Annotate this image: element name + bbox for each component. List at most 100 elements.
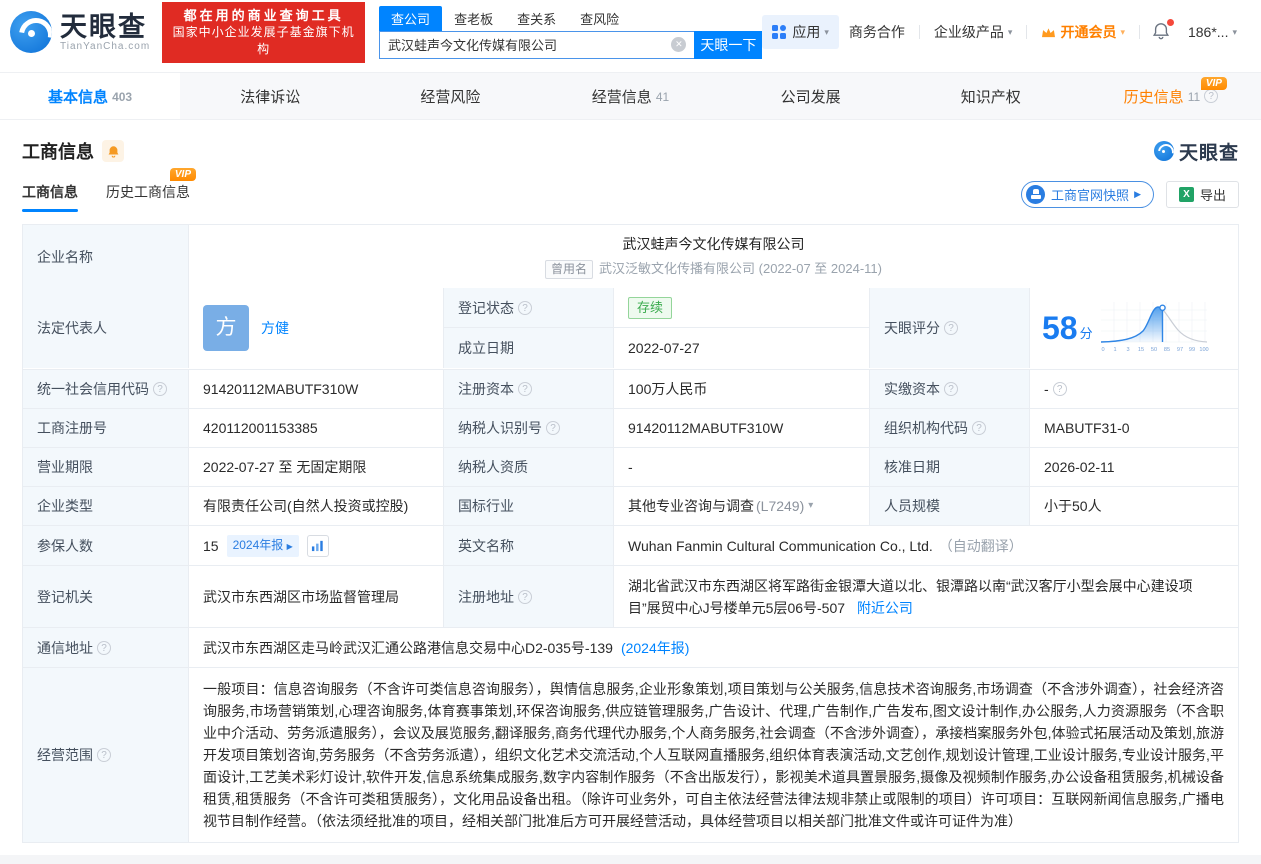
field-label: 参保人数 xyxy=(23,526,188,565)
staff-size: 小于50人 xyxy=(1029,487,1238,525)
field-label: 注册地址 ? xyxy=(443,566,613,627)
business-term: 2022-07-27 至 无固定期限 xyxy=(188,448,443,486)
tianyancha-watermark: 天眼查 xyxy=(1154,138,1239,165)
svg-text:100: 100 xyxy=(1199,347,1208,353)
business-scope: 一般项目：信息咨询服务（不含许可类信息咨询服务），舆情信息服务,企业形象策划,项… xyxy=(188,668,1238,842)
legal-rep-avatar[interactable]: 方 xyxy=(203,305,249,351)
account-menu[interactable]: 186*... ▾ xyxy=(1178,24,1247,40)
score-distribution-chart: 0 1 3 15 50 85 97 99 100 xyxy=(1099,298,1211,358)
tab-label: 基本信息 xyxy=(48,86,108,107)
annual-report-link[interactable]: (2024年报) xyxy=(621,637,689,659)
watermark-text: 天眼查 xyxy=(1179,138,1239,165)
help-icon[interactable]: ? xyxy=(97,641,111,655)
field-label: 注册资本 ? xyxy=(443,370,613,408)
tab-label: 经营风险 xyxy=(420,86,480,107)
svg-text:3: 3 xyxy=(1126,347,1129,353)
nav-business-cooperation[interactable]: 商务合作 xyxy=(839,22,915,42)
field-label: 核准日期 xyxy=(869,448,1029,486)
brand-domain: TianYanCha.com xyxy=(60,41,150,52)
tianyancha-logo[interactable]: 天眼查 TianYanCha.com xyxy=(10,11,150,53)
export-button[interactable]: X 导出 xyxy=(1166,181,1239,208)
label-text: 组织机构代码 xyxy=(884,417,968,439)
help-icon[interactable]: ? xyxy=(97,748,111,762)
field-label: 法定代表人 xyxy=(23,288,188,368)
table-row: 统一社会信用代码 ? 91420112MABUTF310W 注册资本 ? 100… xyxy=(23,369,1238,408)
annual-report-badge[interactable]: 2024年报 ▶ xyxy=(227,535,299,557)
field-label: 纳税人识别号 ? xyxy=(443,409,613,447)
communication-address: 武汉市东西湖区走马岭武汉汇通公路港信息交易中心D2-035号-139 xyxy=(203,637,613,659)
search-tab-risk[interactable]: 查风险 xyxy=(568,6,631,31)
subtab-label: 工商信息 xyxy=(22,184,78,200)
communication-address-cell: 武汉市东西湖区走马岭武汉汇通公路港信息交易中心D2-035号-139 (2024… xyxy=(188,628,1238,667)
approval-date: 2026-02-11 xyxy=(1029,448,1238,486)
excel-icon: X xyxy=(1179,187,1194,202)
search-input[interactable] xyxy=(388,37,671,52)
former-name: 武汉泛敏文化传播有限公司 (2022-07 至 2024-11) xyxy=(599,258,882,280)
field-label: 组织机构代码 ? xyxy=(869,409,1029,447)
nearby-companies-link[interactable]: 附近公司 xyxy=(857,600,913,616)
nav-enterprise-products[interactable]: 企业级产品 ▾ xyxy=(924,22,1023,42)
official-snapshot-button[interactable]: 工商官网快照 ▶ xyxy=(1021,181,1154,208)
table-row: 企业类型 有限责任公司(自然人投资或控股) 国标行业 其他专业咨询与调查 (L7… xyxy=(23,486,1238,525)
tab-operating-risk[interactable]: 经营风险 xyxy=(360,73,540,119)
help-icon[interactable]: ? xyxy=(546,421,560,435)
clear-icon[interactable]: ✕ xyxy=(671,37,686,52)
slogan-line1: 都在用的商业查询工具 xyxy=(170,7,357,24)
auto-translate-note: （自动翻译） xyxy=(939,535,1023,557)
table-row: 工商注册号 420112001153385 纳税人识别号 ? 91420112M… xyxy=(23,408,1238,447)
chevron-down-icon: ▾ xyxy=(1008,27,1013,38)
trend-chart-button[interactable] xyxy=(307,535,329,557)
search-tab-relation[interactable]: 查关系 xyxy=(505,6,568,31)
table-row: 法定代表人 方 方健 登记状态 ? 存续 成立日期 2022-07-27 天眼评… xyxy=(23,287,1238,369)
help-icon[interactable]: ? xyxy=(153,382,167,396)
tab-legal-litigation[interactable]: 法律诉讼 xyxy=(180,73,360,119)
annual-report-label: 2024年报 xyxy=(233,538,284,552)
help-icon[interactable]: ? xyxy=(518,382,532,396)
registered-address-cell: 湖北省武汉市东西湖区将军路街金银潭大道以北、银潭路以南“武汉客厅小型会展中心建设… xyxy=(613,566,1238,627)
apps-menu[interactable]: 应用 ▾ xyxy=(762,15,839,49)
apps-grid-icon xyxy=(772,25,787,40)
notifications-bell[interactable] xyxy=(1144,22,1178,43)
tab-company-development[interactable]: 公司发展 xyxy=(721,73,901,119)
search-tab-boss[interactable]: 查老板 xyxy=(442,6,505,31)
help-icon[interactable]: ? xyxy=(1053,382,1067,396)
tab-intellectual-property[interactable]: 知识产权 xyxy=(901,73,1081,119)
nav-vip-upgrade[interactable]: 开通会员 ▾ xyxy=(1031,22,1135,42)
score-marker xyxy=(1160,305,1165,310)
help-icon[interactable]: ? xyxy=(972,421,986,435)
tab-basic-info[interactable]: 基本信息 403 xyxy=(0,73,180,119)
tianyan-score: 58 分 xyxy=(1029,288,1238,368)
account-phone: 186*... xyxy=(1188,24,1228,40)
tianyancha-logo-icon xyxy=(10,11,52,53)
subscribe-bell-button[interactable] xyxy=(102,140,124,162)
search-button[interactable]: 天眼一下 xyxy=(694,31,762,59)
field-label: 成立日期 xyxy=(443,328,613,368)
tab-count: 41 xyxy=(656,90,669,104)
company-name: 武汉蛙声今文化传媒有限公司 xyxy=(623,233,805,255)
help-icon[interactable]: ? xyxy=(1204,89,1218,103)
tab-count: 403 xyxy=(112,90,132,104)
tab-business-info[interactable]: 经营信息 41 xyxy=(540,73,720,119)
field-label: 人员规模 xyxy=(869,487,1029,525)
legal-rep-link[interactable]: 方健 xyxy=(261,317,289,339)
chevron-down-icon: ▾ xyxy=(1232,27,1237,38)
search-tab-company[interactable]: 查公司 xyxy=(379,6,442,31)
export-label: 导出 xyxy=(1200,185,1226,204)
tab-history-info[interactable]: VIP 历史信息 11 ? xyxy=(1081,73,1261,119)
help-icon[interactable]: ? xyxy=(944,382,958,396)
tab-label: 法律诉讼 xyxy=(240,86,300,107)
chevron-down-icon[interactable]: ▾ xyxy=(808,495,813,517)
subtab-current-business-info[interactable]: 工商信息 xyxy=(22,182,78,212)
score-unit: 分 xyxy=(1080,323,1093,345)
subtab-history-business-info[interactable]: VIP 历史工商信息 xyxy=(106,182,190,212)
help-icon[interactable]: ? xyxy=(518,301,532,315)
help-icon[interactable]: ? xyxy=(518,590,532,604)
brand-name: 天眼查 xyxy=(60,13,150,41)
top-header: 天眼查 TianYanCha.com 都在用的商业查询工具 国家中小企业发展子基… xyxy=(0,0,1261,64)
help-icon[interactable]: ? xyxy=(944,321,958,335)
label-text: 注册地址 xyxy=(458,586,514,608)
field-label: 登记状态 ? xyxy=(443,288,613,328)
tab-count: 11 xyxy=(1188,90,1200,104)
status-badge: 存续 xyxy=(628,297,672,319)
field-label: 企业类型 xyxy=(23,487,188,525)
